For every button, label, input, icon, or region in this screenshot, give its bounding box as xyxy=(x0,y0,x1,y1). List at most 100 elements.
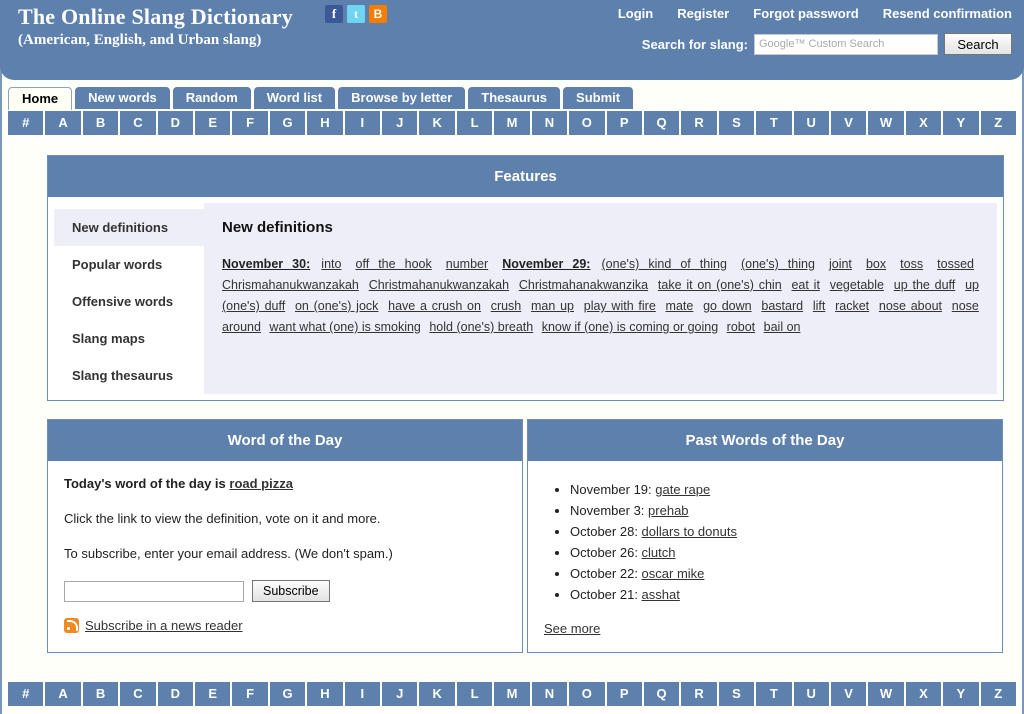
alpha-cell-e[interactable]: E xyxy=(195,682,231,706)
subscribe-email-input[interactable] xyxy=(64,580,244,602)
definition-word-link[interactable]: bail on xyxy=(764,320,801,334)
alpha-cell-a[interactable]: A xyxy=(45,111,81,135)
alpha-cell-y[interactable]: Y xyxy=(943,682,979,706)
alpha-cell-c[interactable]: C xyxy=(120,111,156,135)
definition-word-link[interactable]: Chrismahanukwanzakah xyxy=(222,278,359,292)
definition-word-link[interactable]: nose about xyxy=(879,299,942,313)
tab-submit[interactable]: Submit xyxy=(563,87,634,109)
definition-word-link[interactable]: hold (one's) breath xyxy=(429,320,533,334)
facebook-icon[interactable]: f xyxy=(325,5,343,23)
definition-word-link[interactable]: joint xyxy=(829,257,852,271)
definition-word-link[interactable]: eat it xyxy=(791,278,819,292)
register-link[interactable]: Register xyxy=(677,6,729,21)
alpha-cell-x[interactable]: X xyxy=(905,682,942,706)
alpha-cell-g[interactable]: G xyxy=(269,682,306,706)
alpha-cell-y[interactable]: Y xyxy=(943,111,979,135)
rss-subscribe-link[interactable]: Subscribe in a news reader xyxy=(85,618,243,633)
alpha-cell-j[interactable]: J xyxy=(382,682,418,706)
alpha-cell-m[interactable]: M xyxy=(494,111,530,135)
sidebar-item-new-definitions[interactable]: New definitions xyxy=(54,209,204,246)
alpha-cell-p[interactable]: P xyxy=(606,111,642,135)
definition-word-link[interactable]: on (one's) jock xyxy=(295,299,378,313)
past-word-link[interactable]: dollars to donuts xyxy=(642,524,737,539)
sidebar-item-popular-words[interactable]: Popular words xyxy=(54,246,204,283)
definition-word-link[interactable]: know if (one) is coming or going xyxy=(542,320,718,334)
definition-word-link[interactable]: (one's) thing xyxy=(741,257,815,271)
definition-word-link[interactable]: into xyxy=(321,257,341,271)
definition-word-link[interactable]: Christmahanukwanzakah xyxy=(369,278,509,292)
alpha-cell-hash[interactable]: # xyxy=(8,682,44,706)
tab-new-words[interactable]: New words xyxy=(75,87,170,109)
alpha-cell-q[interactable]: Q xyxy=(643,111,680,135)
alpha-cell-g[interactable]: G xyxy=(269,111,306,135)
alpha-cell-e[interactable]: E xyxy=(195,111,231,135)
alpha-cell-w[interactable]: W xyxy=(868,682,904,706)
alpha-cell-t[interactable]: T xyxy=(756,682,792,706)
alpha-cell-v[interactable]: V xyxy=(830,682,867,706)
alpha-cell-t[interactable]: T xyxy=(756,111,792,135)
alpha-cell-n[interactable]: N xyxy=(531,111,568,135)
definition-word-link[interactable]: toss xyxy=(900,257,923,271)
definition-word-link[interactable]: man up xyxy=(531,299,574,313)
wotd-word-link[interactable]: road pizza xyxy=(229,476,293,491)
tab-browse-by-letter[interactable]: Browse by letter xyxy=(338,87,466,109)
alpha-cell-l[interactable]: L xyxy=(456,682,493,706)
alpha-cell-k[interactable]: K xyxy=(419,682,455,706)
alpha-cell-z[interactable]: Z xyxy=(980,111,1016,135)
definition-word-link[interactable]: have a crush on xyxy=(388,299,481,313)
definition-word-link[interactable]: (one's) kind of thing xyxy=(602,257,727,271)
alpha-cell-o[interactable]: O xyxy=(569,111,605,135)
definition-word-link[interactable]: vegetable xyxy=(830,278,884,292)
alpha-cell-hash[interactable]: # xyxy=(8,111,44,135)
definition-word-link[interactable]: robot xyxy=(727,320,756,334)
definition-word-link[interactable]: go down xyxy=(703,299,752,313)
alpha-cell-q[interactable]: Q xyxy=(643,682,680,706)
alpha-cell-w[interactable]: W xyxy=(868,111,904,135)
resend-confirmation-link[interactable]: Resend confirmation xyxy=(883,6,1012,21)
alpha-cell-m[interactable]: M xyxy=(494,682,530,706)
past-word-link[interactable]: gate rape xyxy=(655,482,710,497)
definition-word-link[interactable]: box xyxy=(866,257,886,271)
definition-word-link[interactable]: take it on (one's) chin xyxy=(658,278,782,292)
past-word-link[interactable]: clutch xyxy=(642,545,676,560)
alpha-cell-b[interactable]: B xyxy=(82,111,119,135)
twitter-icon[interactable]: t xyxy=(347,5,365,23)
alpha-cell-b[interactable]: B xyxy=(82,682,119,706)
tab-word-list[interactable]: Word list xyxy=(253,87,336,109)
alpha-cell-r[interactable]: R xyxy=(681,682,717,706)
definition-word-link[interactable]: bastard xyxy=(761,299,803,313)
alpha-cell-f[interactable]: F xyxy=(232,111,268,135)
alpha-cell-c[interactable]: C xyxy=(120,682,156,706)
see-more-link[interactable]: See more xyxy=(544,621,600,636)
definition-word-link[interactable]: Christmahanakwanzika xyxy=(519,278,648,292)
definition-word-link[interactable]: tossed xyxy=(937,257,974,271)
alpha-cell-v[interactable]: V xyxy=(830,111,867,135)
forgot-password-link[interactable]: Forgot password xyxy=(753,6,858,21)
alpha-cell-p[interactable]: P xyxy=(606,682,642,706)
alpha-cell-h[interactable]: H xyxy=(307,111,343,135)
alpha-cell-u[interactable]: U xyxy=(793,111,829,135)
past-word-link[interactable]: oscar mike xyxy=(642,566,705,581)
alpha-cell-d[interactable]: D xyxy=(157,682,194,706)
alpha-cell-o[interactable]: O xyxy=(569,682,605,706)
tab-home[interactable]: Home xyxy=(8,87,73,110)
login-link[interactable]: Login xyxy=(618,6,653,21)
alpha-cell-s[interactable]: S xyxy=(718,682,755,706)
definition-word-link[interactable]: up the duff xyxy=(894,278,956,292)
definition-word-link[interactable]: number xyxy=(446,257,488,271)
alpha-cell-r[interactable]: R xyxy=(681,111,717,135)
alpha-cell-l[interactable]: L xyxy=(456,111,493,135)
definition-word-link[interactable]: play with fire xyxy=(584,299,656,313)
alpha-cell-j[interactable]: J xyxy=(382,111,418,135)
definition-word-link[interactable]: lift xyxy=(813,299,826,313)
alpha-cell-h[interactable]: H xyxy=(307,682,343,706)
search-input[interactable] xyxy=(754,33,938,55)
alpha-cell-a[interactable]: A xyxy=(45,682,81,706)
alpha-cell-x[interactable]: X xyxy=(905,111,942,135)
search-button[interactable]: Search xyxy=(944,33,1012,55)
tab-thesaurus[interactable]: Thesaurus xyxy=(468,87,561,109)
past-word-link[interactable]: prehab xyxy=(648,503,688,518)
alpha-cell-k[interactable]: K xyxy=(419,111,455,135)
blogger-icon[interactable]: B xyxy=(369,5,387,23)
alpha-cell-i[interactable]: I xyxy=(344,111,381,135)
